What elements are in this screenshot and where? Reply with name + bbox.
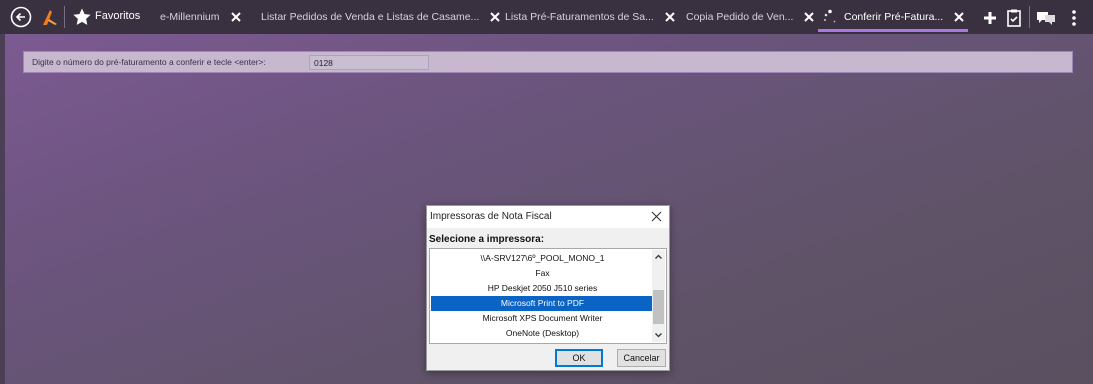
tab-label: Copia Pedido de Ven... [686,11,794,23]
list-item-selected[interactable]: Microsoft Print to PDF [431,296,654,311]
printer-listbox[interactable]: \\A-SRV127\6º_POOL_MONO_1 Fax HP Deskjet… [429,248,667,344]
tab-conferir-pre-fatura[interactable]: Conferir Pré-Fatura... [818,0,968,34]
chat-icon[interactable] [1036,8,1056,28]
tab-label: Lista Pré-Faturamentos de Sa... [505,11,654,23]
favorites-label[interactable]: Favoritos [95,10,140,22]
list-item[interactable]: \\A-SRV127\6º_POOL_MONO_1 [431,251,654,266]
list-item[interactable]: Microsoft XPS Document Writer [431,311,654,326]
close-icon[interactable] [489,11,501,23]
list-item[interactable]: HP Deskjet 2050 J510 series [431,281,654,296]
list-item[interactable]: OneNote (Desktop) [431,326,654,341]
tab-label: Conferir Pré-Fatura... [844,11,944,23]
prompt-bar: Digite o número do pré-faturamento a con… [23,51,1073,73]
tab-label: e-Millennium [160,11,220,23]
active-tab-indicator [818,29,968,32]
close-icon[interactable] [664,11,676,23]
app-logo-icon[interactable] [40,7,60,27]
tab-label: Listar Pedidos de Venda e Listas de Casa… [261,11,480,23]
scrollbar-thumb[interactable] [653,290,664,324]
ok-button[interactable]: OK [555,349,603,367]
chevron-down-icon[interactable] [652,328,665,342]
star-icon[interactable] [72,7,92,27]
tab-listar-pedidos[interactable]: Listar Pedidos de Venda e Listas de Casa… [261,0,501,34]
close-icon[interactable] [803,11,815,23]
scrollbar[interactable] [652,250,665,342]
toolbar-divider [1029,6,1030,28]
tab-lista-pre-faturamentos[interactable]: Lista Pré-Faturamentos de Sa... [505,0,676,34]
prompt-label: Digite o número do pré-faturamento a con… [32,57,266,67]
tab-copia-pedido[interactable]: Copia Pedido de Ven... [686,0,815,34]
pre-faturamento-number-input[interactable] [309,55,429,70]
tab-e-millennium[interactable]: e-Millennium [160,0,242,34]
printer-select-dialog: Impressoras de Nota Fiscal Selecione a i… [426,205,670,371]
top-bar: Favoritos e-Millennium Listar Pedidos de… [0,0,1093,34]
close-icon[interactable] [650,210,663,223]
close-icon[interactable] [230,11,242,23]
dialog-title-bar: Impressoras de Nota Fiscal [427,206,669,228]
cancel-button[interactable]: Cancelar [617,349,666,367]
more-options-icon[interactable] [1064,8,1084,28]
loading-spinner-icon [824,9,836,23]
chevron-up-icon[interactable] [652,250,665,264]
toolbar-divider [64,6,65,28]
clipboard-check-icon[interactable] [1004,8,1024,28]
dialog-title: Impressoras de Nota Fiscal [430,211,552,222]
dialog-subtitle: Selecione a impressora: [429,234,545,245]
close-icon[interactable] [953,11,965,23]
add-tab-icon[interactable] [980,8,1000,28]
list-item[interactable]: Fax [431,266,654,281]
back-icon[interactable] [10,6,32,28]
